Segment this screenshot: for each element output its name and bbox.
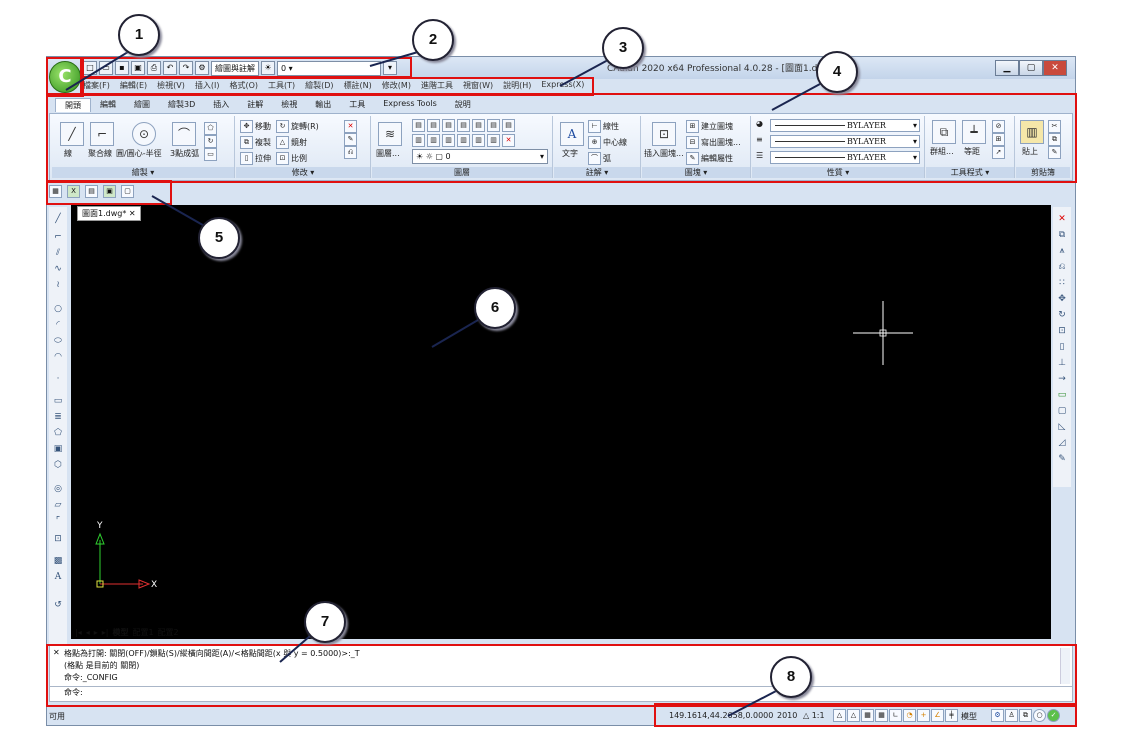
pointer-8 bbox=[727, 689, 779, 717]
callout-5: 5 bbox=[198, 217, 240, 259]
callout-7: 7 bbox=[304, 601, 346, 643]
pointer-4 bbox=[771, 83, 821, 111]
callout-6: 6 bbox=[474, 287, 516, 329]
callout-pointers bbox=[65, 51, 821, 717]
pointer-5 bbox=[151, 195, 209, 229]
callout-1: 1 bbox=[118, 14, 160, 56]
pointer-2 bbox=[369, 51, 419, 67]
pointer-7 bbox=[279, 635, 311, 663]
pointer-3 bbox=[559, 59, 609, 87]
pointer-1 bbox=[65, 51, 129, 91]
callout-3: 3 bbox=[602, 27, 644, 69]
callout-2: 2 bbox=[412, 19, 454, 61]
pointer-6 bbox=[431, 319, 479, 348]
callout-4: 4 bbox=[816, 51, 858, 93]
callout-8: 8 bbox=[770, 656, 812, 698]
